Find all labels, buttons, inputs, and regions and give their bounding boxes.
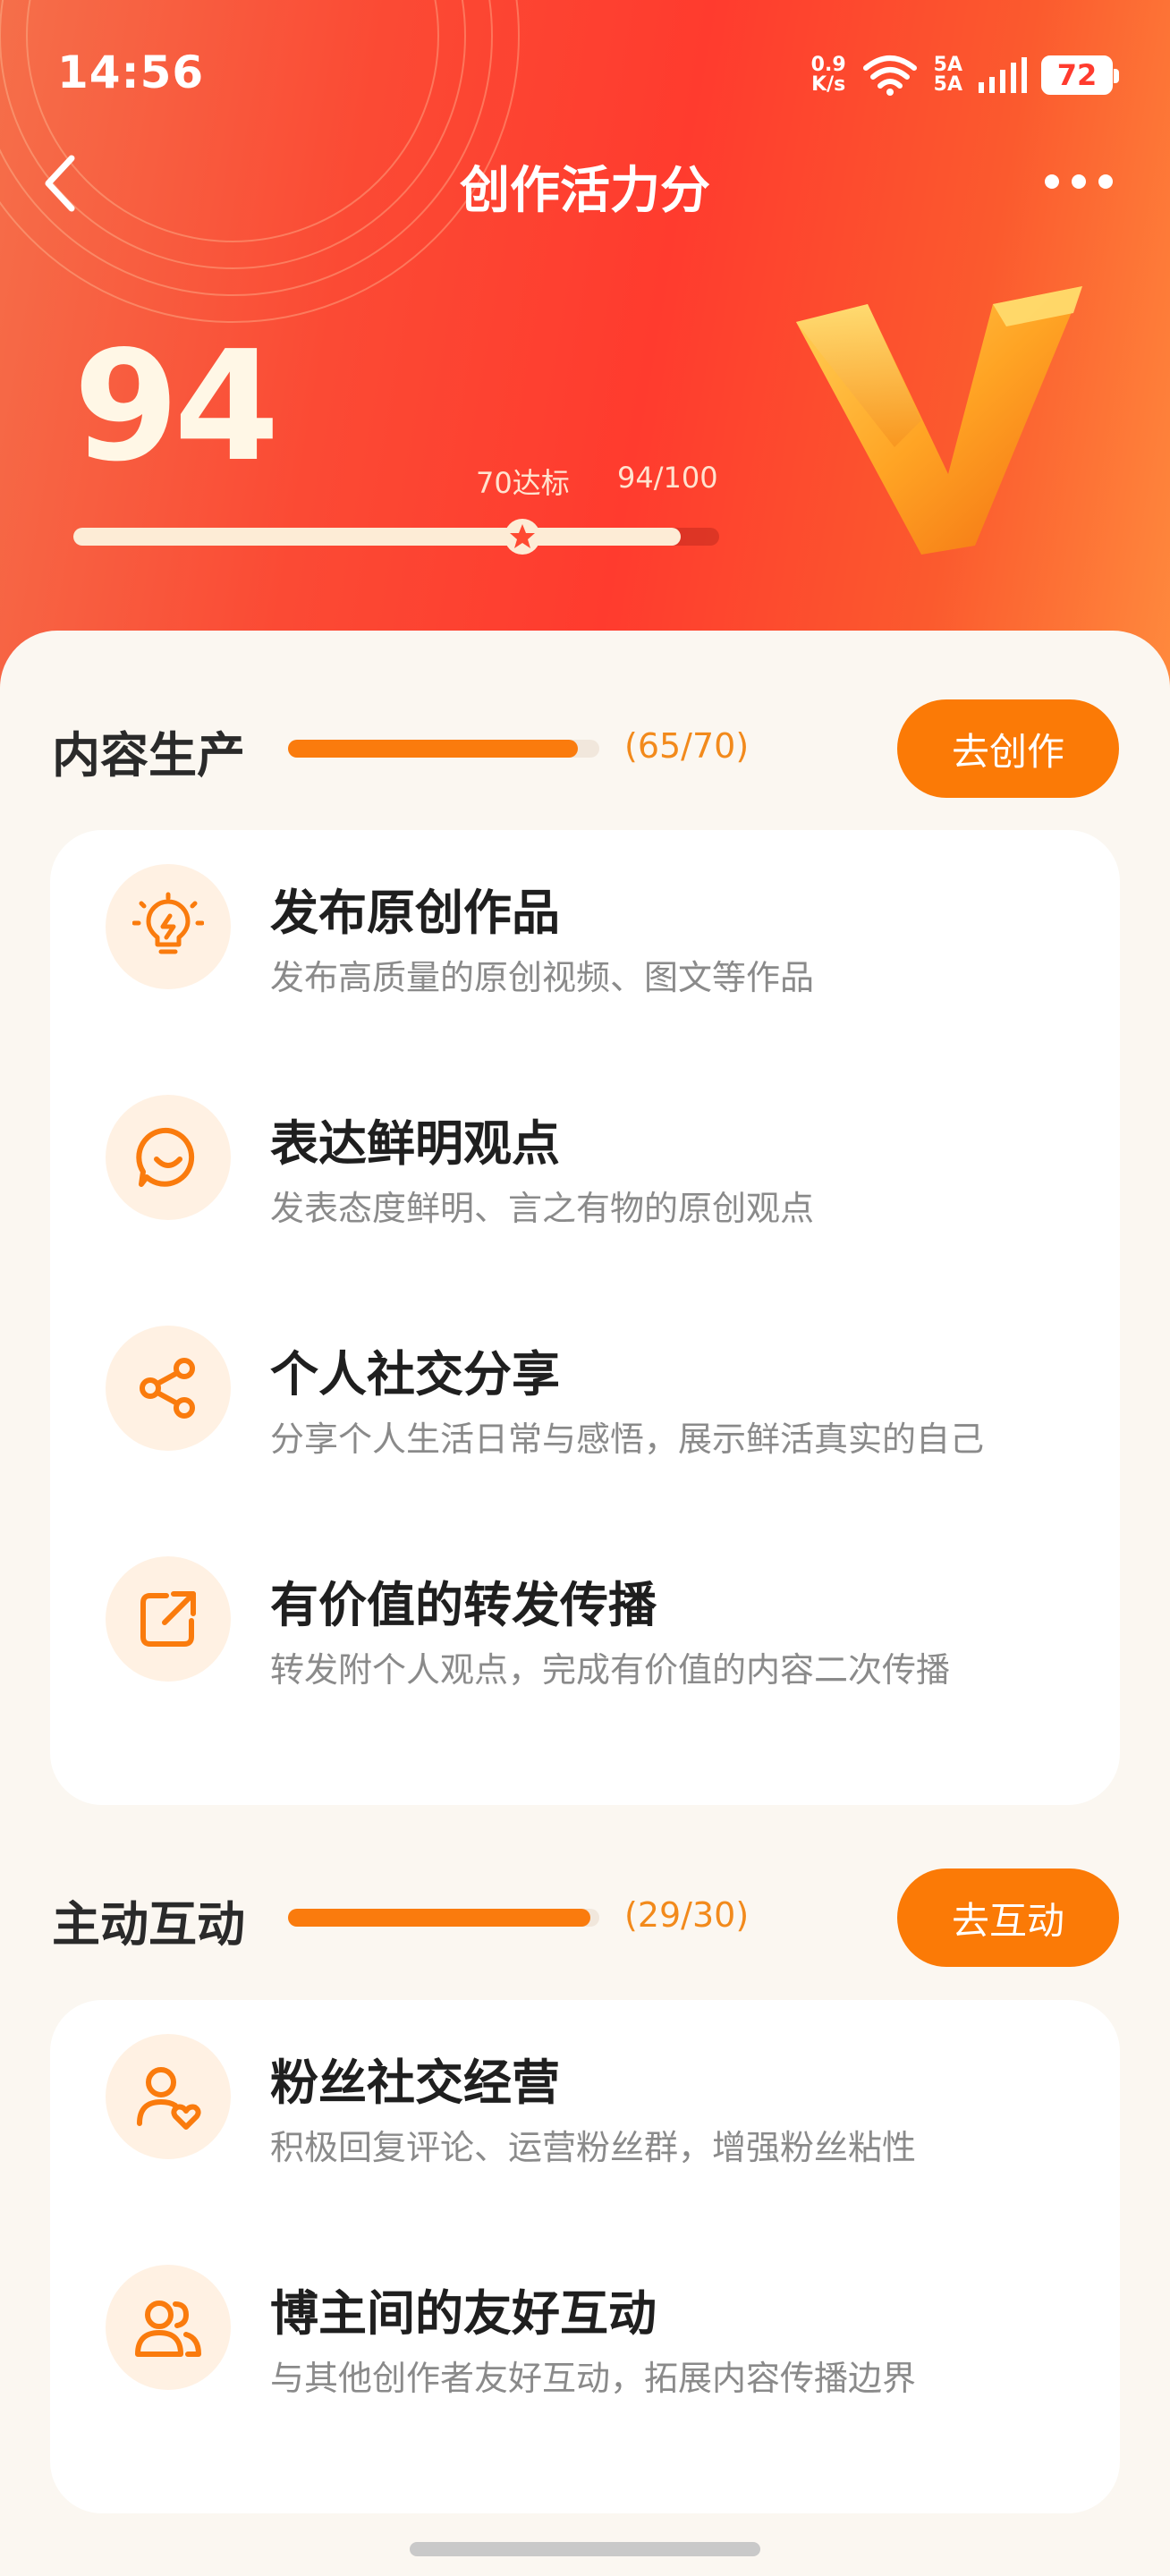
item-description: 发表态度鲜明、言之有物的原创观点 <box>270 1189 815 1228</box>
list-item[interactable]: 表达鲜明观点 发表态度鲜明、言之有物的原创观点 <box>50 1061 1120 1258</box>
list-item[interactable]: 发布原创作品 发布高质量的原创视频、图文等作品 <box>50 830 1120 1027</box>
wifi-icon <box>862 55 917 96</box>
section-count: (29/30) <box>624 1895 750 1935</box>
page-title: 创作活力分 <box>460 162 710 220</box>
item-description: 发布高质量的原创视频、图文等作品 <box>270 958 815 997</box>
system-icons: 0.9 K/s 5A 5A 72 <box>810 54 1119 97</box>
item-title: 粉丝社交经营 <box>270 2055 560 2111</box>
item-title: 有价值的转发传播 <box>270 1577 657 1633</box>
network-speed: 0.9 K/s <box>810 54 846 96</box>
active-interaction-card: 粉丝社交经营 积极回复评论、运营粉丝群，增强粉丝粘性 博主间的友好互动 与其他创… <box>50 2000 1120 2513</box>
users-icon <box>106 2265 231 2390</box>
v-badge-icon <box>796 286 1082 555</box>
item-title: 发布原创作品 <box>270 885 560 941</box>
go-create-button[interactable]: 去创作 <box>897 699 1119 798</box>
section-count: (65/70) <box>624 726 750 766</box>
signal-bars-icon <box>979 57 1027 93</box>
star-icon <box>504 519 540 555</box>
signal-label: 5A 5A <box>933 54 962 96</box>
forward-icon <box>106 1556 231 1682</box>
item-description: 分享个人生活日常与感悟，展示鲜活真实的自己 <box>270 1419 985 1459</box>
lightbulb-icon <box>106 864 231 989</box>
status-time: 14:56 <box>57 47 205 98</box>
section-progress-fill <box>288 740 578 758</box>
list-item[interactable]: 博主间的友好互动 与其他创作者友好互动，拓展内容传播边界 <box>50 2231 1120 2428</box>
item-title: 表达鲜明观点 <box>270 1115 560 1172</box>
list-item[interactable]: 有价值的转发传播 转发附个人观点，完成有价值的内容二次传播 <box>50 1522 1120 1719</box>
share-icon <box>106 1326 231 1451</box>
item-description: 转发附个人观点，完成有价值的内容二次传播 <box>270 1650 951 1690</box>
score-progress-fill <box>73 528 681 546</box>
status-bar: 14:56 0.9 K/s 5A 5A 72 <box>0 0 1170 161</box>
list-item[interactable]: 个人社交分享 分享个人生活日常与感悟，展示鲜活真实的自己 <box>50 1292 1120 1488</box>
section-title-active-interaction: 主动互动 <box>52 1896 245 1953</box>
list-item[interactable]: 粉丝社交经营 积极回复评论、运营粉丝群，增强粉丝粘性 <box>50 2000 1120 2197</box>
progress-label: 94/100 <box>617 461 718 495</box>
battery-indicator: 72 <box>1041 55 1119 95</box>
item-description: 积极回复评论、运营粉丝群，增强粉丝粘性 <box>270 2128 917 2167</box>
item-title: 个人社交分享 <box>270 1346 560 1402</box>
section-title-content-production: 内容生产 <box>52 727 245 784</box>
section-progress-fill <box>288 1909 590 1927</box>
hero-banner: 14:56 0.9 K/s 5A 5A 72 创作活力分 94 70达标 94/… <box>0 0 1170 716</box>
content-production-card: 发布原创作品 发布高质量的原创视频、图文等作品 表达鲜明观点 发表态度鲜明、言之… <box>50 830 1120 1805</box>
user-heart-icon <box>106 2034 231 2159</box>
chat-smile-icon <box>106 1095 231 1220</box>
go-interact-button[interactable]: 去互动 <box>897 1868 1119 1967</box>
target-label: 70达标 <box>476 466 570 500</box>
item-description: 与其他创作者友好互动，拓展内容传播边界 <box>270 2359 917 2398</box>
score-value: 94 <box>73 318 280 496</box>
home-indicator[interactable] <box>410 2542 760 2556</box>
item-title: 博主间的友好互动 <box>270 2285 657 2342</box>
more-dots-icon[interactable] <box>1045 165 1125 198</box>
